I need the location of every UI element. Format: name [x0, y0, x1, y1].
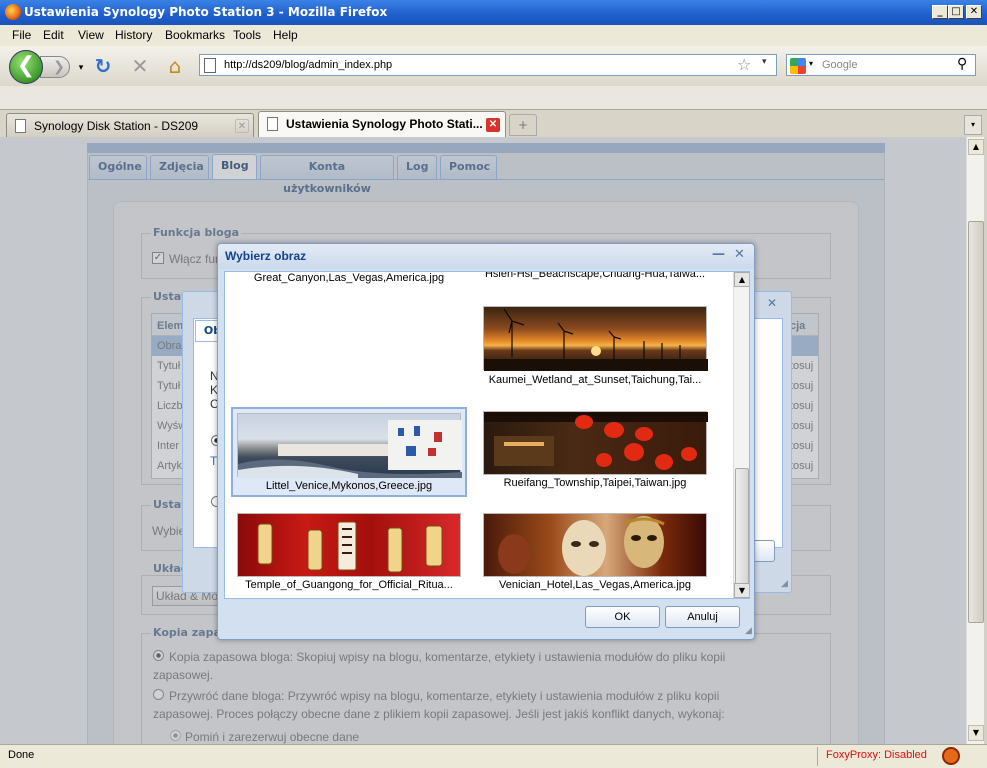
menu-bar: File Edit View History Bookmarks Tools H… — [0, 25, 987, 46]
dialog-header[interactable]: Wybierz obraz — ✕ — [218, 244, 754, 269]
url-text[interactable]: http://ds209/blog/admin_index.php — [224, 59, 392, 71]
image-item[interactable]: Rueifang_Township,Taipei,Taiwan.jpg — [477, 407, 713, 497]
new-tab-button[interactable]: + — [509, 114, 537, 136]
firefox-logo-icon — [5, 4, 21, 20]
search-input[interactable]: Google — [822, 59, 857, 71]
resize-grip-icon[interactable]: ◢ — [781, 579, 788, 589]
image-list-scrollbar[interactable]: ▲ ▼ — [733, 272, 749, 598]
image-item[interactable]: Hsien-Hsi_Beachscape,Chuang-Hua,Taiwa... — [477, 271, 713, 292]
tab-label: Synology Disk Station - DS209 — [34, 119, 199, 133]
ok-button[interactable]: OK — [585, 606, 660, 628]
red-lanterns-image — [483, 411, 708, 475]
url-bar[interactable]: http://ds209/blog/admin_index.php ☆ ▾ — [199, 54, 777, 76]
scroll-up-icon[interactable]: ▲ — [734, 272, 749, 287]
image-item[interactable]: Temple_of_Guangong_for_Official_Ritua... — [231, 509, 467, 598]
page-scrollbar[interactable]: ▲ ▼ — [966, 137, 984, 744]
forward-arrow-icon: ❯ — [53, 59, 65, 75]
scroll-up-icon[interactable]: ▲ — [968, 139, 984, 155]
back-arrow-icon: ❮ — [16, 53, 36, 78]
image-caption: Hsien-Hsi_Beachscape,Chuang-Hua,Taiwa... — [484, 271, 706, 280]
page-content: Ogólne Zdjęcia Blog Konta użytkowników L… — [0, 137, 966, 744]
menu-help[interactable]: Help — [273, 28, 298, 42]
tab-photo-station-settings[interactable]: Ustawienia Synology Photo Stati... ✕ — [258, 111, 506, 137]
temple-lanterns-image — [237, 513, 461, 577]
minimize-icon[interactable]: — — [712, 247, 725, 262]
menu-tools[interactable]: Tools — [233, 28, 261, 42]
image-caption: Littel_Venice,Mykonos,Greece.jpg — [265, 480, 433, 492]
window-title: Ustawienia Synology Photo Station 3 - Mo… — [24, 5, 388, 19]
page-icon — [204, 58, 216, 73]
menu-bookmarks[interactable]: Bookmarks — [165, 28, 225, 42]
resize-grip-icon[interactable]: ◢ — [745, 626, 752, 636]
minimize-button[interactable]: _ — [932, 5, 948, 19]
scroll-down-icon[interactable]: ▼ — [968, 725, 984, 741]
tab-label: Ustawienia Synology Photo Stati... — [286, 117, 483, 131]
search-icon[interactable]: ⚲ — [957, 56, 967, 72]
close-icon[interactable]: ✕ — [734, 247, 745, 262]
tab-disk-station[interactable]: Synology Disk Station - DS209 ✕ — [6, 113, 254, 137]
scroll-thumb[interactable] — [735, 468, 749, 584]
image-item[interactable]: Venician_Hotel,Las_Vegas,America.jpg — [477, 509, 713, 598]
status-text: Done — [8, 749, 35, 761]
navigation-toolbar: ❯ ❮ ▾ ↻ ✕ ⌂ http://ds209/blog/admin_inde… — [0, 46, 987, 86]
close-window-button[interactable]: ✕ — [966, 5, 982, 19]
dialog-title: Wybierz obraz — [225, 249, 307, 263]
image-caption: Rueifang_Township,Taipei,Taiwan.jpg — [503, 477, 687, 489]
image-item[interactable]: Kaumei_Wetland_at_Sunset,Taichung,Tai... — [477, 304, 713, 394]
tab-close-icon[interactable]: ✕ — [235, 119, 249, 133]
mykonos-waterfront-image — [237, 413, 462, 478]
url-dropdown-icon[interactable]: ▾ — [762, 57, 767, 67]
status-bar: Done FoxyProxy: Disabled — [0, 744, 987, 768]
bookmark-star-icon[interactable]: ☆ — [737, 55, 751, 74]
venetian-masks-image — [483, 513, 707, 577]
foxyproxy-status[interactable]: FoxyProxy: Disabled — [817, 747, 937, 766]
page-icon — [267, 117, 278, 131]
back-button[interactable]: ❮ — [9, 50, 43, 84]
bookmarks-toolbar — [0, 86, 987, 110]
menu-edit[interactable]: Edit — [43, 28, 64, 42]
forward-button[interactable]: ❯ — [40, 56, 70, 78]
image-item[interactable]: Great_Canyon,Las_Vegas,America.jpg — [231, 272, 467, 292]
image-chooser-dialog: Wybierz obraz — ✕ Great_Canyon,Las_Vegas… — [217, 243, 755, 640]
scroll-down-icon[interactable]: ▼ — [734, 583, 749, 598]
tab-close-icon[interactable]: ✕ — [486, 118, 500, 132]
image-caption: Great_Canyon,Las_Vegas,America.jpg — [253, 272, 445, 284]
page-icon — [15, 119, 26, 133]
reload-button[interactable]: ↻ — [92, 56, 114, 76]
tab-strip: Synology Disk Station - DS209 ✕ Ustawien… — [0, 110, 987, 137]
image-caption: Kaumei_Wetland_at_Sunset,Taichung,Tai... — [488, 374, 702, 386]
menu-file[interactable]: File — [12, 28, 31, 42]
search-engine-dropdown-icon[interactable]: ▾ — [809, 59, 813, 68]
home-button[interactable]: ⌂ — [164, 56, 186, 76]
window-title-bar[interactable]: Ustawienia Synology Photo Station 3 - Mo… — [0, 0, 987, 25]
plus-icon: + — [517, 118, 529, 132]
foxyproxy-icon[interactable] — [942, 747, 960, 765]
maximize-button[interactable]: □ — [948, 5, 964, 19]
cancel-button[interactable]: Anuluj — [665, 606, 740, 628]
scroll-thumb[interactable] — [968, 221, 984, 623]
menu-history[interactable]: History — [115, 28, 152, 42]
close-icon[interactable]: ✕ — [767, 296, 777, 310]
image-caption: Venician_Hotel,Las_Vegas,America.jpg — [498, 579, 691, 591]
chevron-down-icon: ▾ — [970, 120, 975, 129]
menu-view[interactable]: View — [78, 28, 104, 42]
history-dropdown-icon[interactable]: ▾ — [70, 58, 92, 78]
image-list[interactable]: Great_Canyon,Las_Vegas,America.jpg Hsien… — [224, 271, 750, 599]
stop-button[interactable]: ✕ — [129, 56, 151, 76]
image-caption: Temple_of_Guangong_for_Official_Ritua... — [245, 579, 453, 591]
tab-list-button[interactable]: ▾ — [964, 115, 982, 135]
search-bar[interactable]: ▾ Google ⚲ — [786, 54, 976, 76]
google-icon[interactable] — [790, 58, 806, 74]
image-item-selected[interactable]: Littel_Venice,Mykonos,Greece.jpg — [231, 407, 467, 497]
wind-turbines-sunset-image — [483, 306, 708, 371]
